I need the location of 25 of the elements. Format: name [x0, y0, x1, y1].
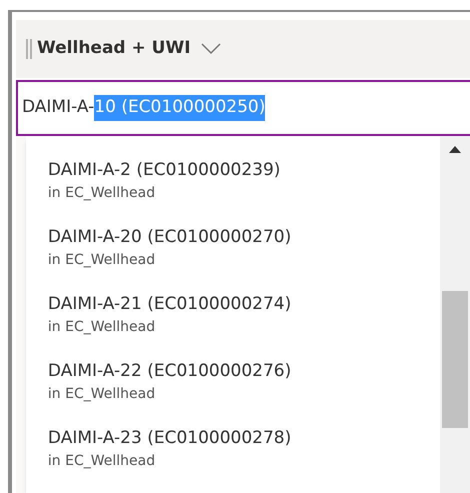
- suggestion-item[interactable]: DAIMI-A-23 (EC0100000278) in EC_Wellhead: [48, 426, 440, 493]
- suggestion-title: DAIMI-A-2 (EC0100000239): [48, 159, 282, 182]
- suggestion-item[interactable]: DAIMI-A-21 (EC0100000274) in EC_Wellhead: [48, 292, 440, 359]
- suggestion-title: DAIMI-A-23 (EC0100000278): [48, 427, 292, 450]
- search-field[interactable]: DAIMI-A-10 (EC0100000250): [16, 80, 470, 136]
- suggestion-subtitle: in EC_Wellhead: [48, 385, 156, 404]
- chevron-down-icon: [200, 43, 221, 55]
- typed-text: DAIMI-A-: [22, 96, 94, 120]
- suggestion-subtitle: in EC_Wellhead: [48, 251, 156, 270]
- grip-icon: [26, 39, 33, 59]
- suggestion-subtitle: in EC_Wellhead: [48, 452, 156, 471]
- suggestion-item[interactable]: DAIMI-A-20 (EC0100000270) in EC_Wellhead: [48, 225, 440, 292]
- suggestion-subtitle: in EC_Wellhead: [48, 184, 156, 203]
- suggestion-subtitle: in EC_Wellhead: [48, 318, 156, 337]
- scrollbar-thumb[interactable]: [442, 291, 468, 428]
- scroll-up-icon[interactable]: [449, 146, 462, 153]
- column-header[interactable]: Wellhead + UWI: [16, 20, 470, 78]
- suggestion-title: DAIMI-A-21 (EC0100000274): [48, 293, 292, 316]
- suggestion-item[interactable]: DAIMI-A-22 (EC0100000276) in EC_Wellhead: [48, 359, 440, 426]
- column-title: Wellhead + UWI: [37, 37, 191, 60]
- selected-text: 10 (EC0100000250): [94, 95, 266, 121]
- suggestion-title: DAIMI-A-22 (EC0100000276): [48, 360, 292, 383]
- scrollbar[interactable]: [440, 136, 470, 493]
- suggestion-item[interactable]: DAIMI-A-2 (EC0100000239) in EC_Wellhead: [48, 158, 440, 225]
- suggestion-title: DAIMI-A-20 (EC0100000270): [48, 226, 292, 249]
